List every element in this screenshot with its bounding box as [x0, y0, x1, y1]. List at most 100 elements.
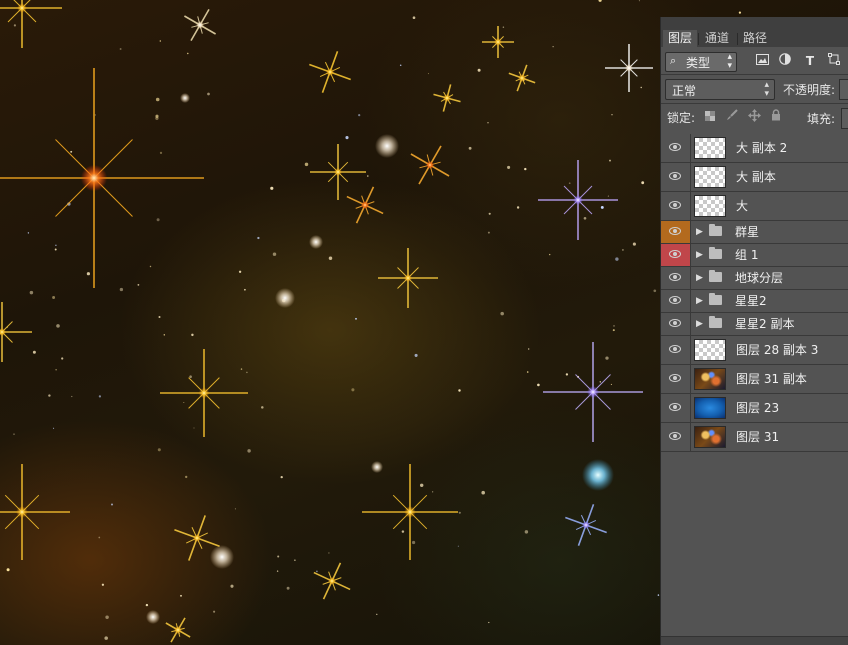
- layer-row[interactable]: 图层 31: [661, 423, 848, 452]
- lock-transparent-icon[interactable]: [703, 109, 717, 125]
- sparkle-star: [378, 248, 438, 308]
- expand-arrow-icon[interactable]: ▶: [696, 248, 703, 262]
- layer-group-row[interactable]: ▶ 星星2 副本: [661, 313, 848, 336]
- expand-arrow-icon[interactable]: ▶: [696, 317, 703, 331]
- visibility-toggle[interactable]: [661, 134, 691, 162]
- layer-row[interactable]: 大: [661, 192, 848, 221]
- background-star: [500, 311, 504, 316]
- expand-arrow-icon[interactable]: ▶: [696, 225, 703, 239]
- glow-orb: [275, 288, 295, 308]
- background-star: [537, 383, 540, 387]
- tab-layers[interactable]: 图层: [663, 30, 697, 47]
- background-star: [101, 583, 105, 586]
- background-star: [367, 175, 369, 177]
- blend-mode-select[interactable]: 正常 ▴ ▾: [665, 79, 775, 100]
- layer-thumbnail: [694, 339, 726, 361]
- adjustment-filter-icon[interactable]: [776, 52, 794, 70]
- background-star: [71, 395, 73, 398]
- layer-list: 大 副本 2 大 副本 大 ▶ 群星 ▶ 组 1 ▶ 地球分层 ▶ 星星2 ▶ …: [661, 134, 848, 452]
- fill-field[interactable]: [841, 108, 848, 129]
- eye-icon: [669, 143, 681, 151]
- background-star: [246, 371, 248, 374]
- layer-row[interactable]: 图层 23: [661, 394, 848, 423]
- sparkle-star: [313, 562, 351, 600]
- lock-label: 锁定:: [667, 111, 696, 125]
- background-star: [600, 205, 604, 209]
- background-star: [247, 449, 251, 453]
- visibility-toggle[interactable]: [661, 336, 691, 364]
- layer-group-row[interactable]: ▶ 组 1: [661, 244, 848, 267]
- background-star: [187, 52, 189, 55]
- layer-row[interactable]: 图层 28 副本 3: [661, 336, 848, 365]
- layer-name: 大 副本: [736, 170, 776, 184]
- filter-kind-select[interactable]: ⌕ 类型 ▴ ▾: [665, 52, 737, 72]
- background-star: [94, 114, 96, 116]
- background-star: [528, 348, 530, 350]
- expand-arrow-icon[interactable]: ▶: [696, 294, 703, 308]
- background-star: [304, 162, 309, 167]
- glow-orb: [309, 235, 323, 249]
- background-star: [55, 369, 57, 371]
- tab-channels[interactable]: 通道: [699, 30, 735, 47]
- background-star: [261, 406, 264, 409]
- layer-group-row[interactable]: ▶ 星星2: [661, 290, 848, 313]
- up-down-arrows-icon: ▴ ▾: [727, 52, 732, 71]
- layer-name: 星星2 副本: [735, 317, 795, 331]
- visibility-toggle[interactable]: [661, 423, 691, 451]
- folder-icon: [709, 316, 722, 328]
- lock-move-icon[interactable]: [747, 109, 761, 125]
- image-filter-icon[interactable]: [753, 52, 771, 70]
- lock-all-icon[interactable]: [769, 109, 783, 125]
- layer-row[interactable]: 图层 31 副本: [661, 365, 848, 394]
- layers-panel: 图层 通道 路径 ⌕ 类型 ▴▾ T 正常 ▴▾ 不透明度: 锁定: 填充:: [660, 17, 848, 645]
- background-star: [355, 317, 357, 320]
- visibility-toggle[interactable]: [661, 221, 691, 243]
- blend-mode-value: 正常: [672, 84, 697, 98]
- tab-paths[interactable]: 路径: [738, 30, 772, 47]
- layer-name: 图层 28 副本 3: [736, 343, 819, 357]
- layer-row[interactable]: 大 副本 2: [661, 134, 848, 163]
- text-filter-icon[interactable]: T: [801, 52, 819, 70]
- layer-group-row[interactable]: ▶ 群星: [661, 221, 848, 244]
- background-star: [158, 315, 161, 319]
- visibility-toggle[interactable]: [661, 313, 691, 335]
- visibility-toggle[interactable]: [661, 192, 691, 220]
- shape-filter-icon[interactable]: [825, 52, 843, 70]
- layer-group-row[interactable]: ▶ 地球分层: [661, 267, 848, 290]
- eye-icon: [669, 403, 681, 411]
- background-star: [412, 16, 416, 20]
- visibility-toggle[interactable]: [661, 163, 691, 191]
- background-star: [189, 375, 192, 379]
- background-star: [270, 186, 274, 190]
- eye-icon: [669, 374, 681, 382]
- eye-icon: [669, 172, 681, 180]
- layer-name: 图层 31 副本: [736, 372, 807, 386]
- layer-row[interactable]: 大 副本: [661, 163, 848, 192]
- visibility-toggle[interactable]: [661, 244, 691, 266]
- eye-icon: [669, 250, 681, 258]
- background-star: [272, 252, 277, 256]
- layer-thumbnail: [694, 426, 726, 448]
- layer-thumbnail: [694, 397, 726, 419]
- sparkle-star: [410, 145, 450, 185]
- visibility-toggle[interactable]: [661, 290, 691, 312]
- background-star: [411, 540, 416, 545]
- background-star: [552, 46, 554, 48]
- lock-brush-icon[interactable]: [725, 109, 739, 125]
- opacity-field[interactable]: [839, 79, 848, 100]
- background-star: [638, 0, 640, 2]
- glow-orb: [146, 610, 160, 624]
- background-star: [98, 536, 101, 539]
- background-star: [477, 68, 481, 72]
- background-star: [432, 491, 434, 493]
- background-star: [458, 511, 461, 514]
- visibility-toggle[interactable]: [661, 394, 691, 422]
- visibility-toggle[interactable]: [661, 267, 691, 289]
- background-star: [568, 182, 571, 185]
- visibility-toggle[interactable]: [661, 365, 691, 393]
- background-star: [207, 92, 210, 96]
- expand-arrow-icon[interactable]: ▶: [696, 271, 703, 285]
- background-star: [358, 114, 361, 117]
- background-star: [52, 296, 56, 299]
- layer-name: 大 副本 2: [736, 141, 788, 155]
